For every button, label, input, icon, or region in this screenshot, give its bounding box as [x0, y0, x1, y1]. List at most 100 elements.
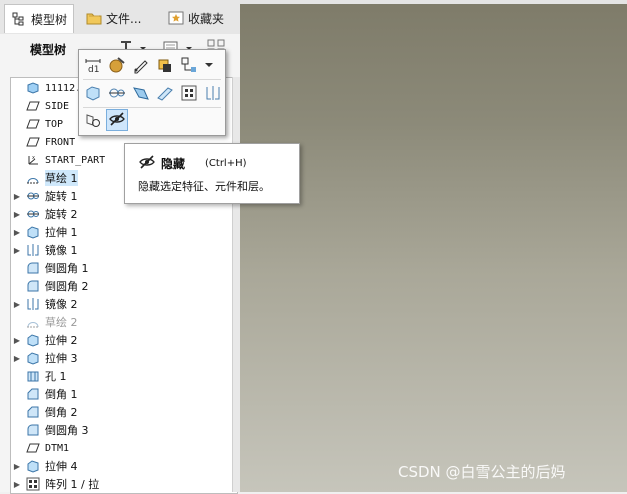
extrude-icon — [25, 351, 41, 365]
sweep-tool-icon[interactable] — [131, 83, 151, 103]
graphics-top-strip — [240, 0, 627, 4]
mirror-tool-icon[interactable] — [203, 83, 223, 103]
popup-divider — [83, 107, 221, 108]
mirror-icon — [25, 243, 41, 257]
tab-files-label: 文件... — [106, 11, 142, 26]
tree-item-label: 阵列 1 / 拉 — [45, 478, 100, 491]
revolve-icon — [25, 189, 41, 203]
datum-plane-icon — [25, 135, 41, 149]
popup-divider — [83, 79, 221, 80]
revolve-tool-icon[interactable] — [107, 83, 127, 103]
appearance-icon[interactable] — [107, 55, 127, 75]
tree-item[interactable]: ▶ 拉伸 2 — [11, 331, 237, 349]
tree-item[interactable]: 草绘 2 — [11, 313, 237, 331]
tree-item[interactable]: ▶ 镜像 2 — [11, 295, 237, 313]
revolve-icon — [25, 207, 41, 221]
tree-item-label: 镜像 1 — [45, 244, 78, 257]
dimension-icon[interactable]: d1 — [83, 55, 103, 75]
tree-item-label: 拉伸 1 — [45, 226, 78, 239]
extrude-tool-icon[interactable] — [83, 83, 103, 103]
tree-item[interactable]: 倒圆角 3 — [11, 421, 237, 439]
extrude-icon — [25, 333, 41, 347]
tab-files[interactable]: 文件... — [86, 4, 141, 32]
tree-item[interactable]: ▶ 镜像 1 — [11, 241, 237, 259]
expand-arrow-icon[interactable]: ▶ — [11, 246, 23, 255]
mini-toolbar-popup: d1 — [78, 49, 226, 136]
tree-item[interactable]: 倒圆角 1 — [11, 259, 237, 277]
round-icon — [25, 261, 41, 275]
chevron-down-icon[interactable] — [199, 55, 219, 75]
tree-item-label: DTM1 — [45, 442, 70, 454]
tab-model-tree-label: 模型树 — [31, 12, 68, 27]
expand-arrow-icon[interactable]: ▶ — [11, 210, 23, 219]
favorites-icon — [168, 10, 184, 26]
expand-arrow-icon[interactable]: ▶ — [11, 336, 23, 345]
model-tree-icon — [11, 11, 27, 27]
tree-item-label: 旋转 2 — [45, 208, 78, 221]
tooltip-title: 隐藏 — [161, 157, 186, 171]
tree-item-label: 拉伸 2 — [45, 334, 78, 347]
extrude-icon — [25, 225, 41, 239]
tooltip-shortcut: (Ctrl+H) — [205, 158, 247, 169]
tree-item-label: TOP — [45, 118, 64, 130]
suppress-icon[interactable] — [83, 110, 103, 130]
tree-item[interactable]: ▶ 拉伸 3 — [11, 349, 237, 367]
tree-item-label: 旋转 1 — [45, 190, 78, 203]
expand-arrow-icon[interactable]: ▶ — [11, 462, 23, 471]
round-icon — [25, 423, 41, 437]
shading-icon[interactable] — [155, 55, 175, 75]
part-icon — [25, 81, 41, 95]
tree-item[interactable]: 倒角 1 — [11, 385, 237, 403]
tree-item-label: 倒圆角 1 — [45, 262, 89, 275]
watermark: CSDN @白雪公主的后妈 — [398, 463, 566, 481]
tree-item-label: SIDE — [45, 100, 70, 112]
round-icon — [25, 279, 41, 293]
hide-tooltip: 隐藏 (Ctrl+H) 隐藏选定特征、元件和层。 — [124, 143, 300, 204]
navigator-tabs: 模型树 文件... 收藏夹 — [0, 0, 240, 35]
datum-plane-icon — [25, 99, 41, 113]
expand-arrow-icon[interactable]: ▶ — [11, 354, 23, 363]
expand-arrow-icon[interactable]: ▶ — [11, 228, 23, 237]
tree-item-label: 拉伸 4 — [45, 460, 78, 473]
hide-button[interactable] — [106, 109, 128, 131]
tree-item-label: START_PART — [45, 154, 106, 166]
tree-item-label: 镜像 2 — [45, 298, 78, 311]
pattern-tool-icon[interactable] — [179, 83, 199, 103]
tree-item[interactable]: 倒角 2 — [11, 403, 237, 421]
tree-item-label: 孔 1 — [45, 370, 67, 383]
tree-item-label: FRONT — [45, 136, 76, 148]
tree-item-label: 草绘 2 — [45, 316, 78, 329]
edit-definition-icon[interactable] — [131, 55, 151, 75]
model-tree: 11112.P SIDE TOP FRONT x START_PART 草绘 1 ▶ 旋转 1 ▶… — [10, 77, 238, 494]
sketch-icon — [25, 315, 41, 329]
chamfer-icon — [25, 387, 41, 401]
chamfer-icon — [25, 405, 41, 419]
sketch-icon — [25, 171, 41, 185]
references-icon[interactable] — [179, 55, 199, 75]
expand-arrow-icon[interactable]: ▶ — [11, 192, 23, 201]
tree-item[interactable]: ▶ 拉伸 4 — [11, 457, 237, 475]
tab-favorites[interactable]: 收藏夹 — [168, 4, 224, 32]
tree-item[interactable]: ▶ 阵列 1 / 拉 — [11, 475, 237, 493]
datum-plane-icon — [25, 117, 41, 131]
hole-icon — [25, 369, 41, 383]
blend-tool-icon[interactable] — [155, 83, 175, 103]
tree-item[interactable]: ▶ 旋转 2 — [11, 205, 237, 223]
pattern-icon — [25, 477, 41, 491]
folder-icon — [86, 10, 102, 26]
tree-item[interactable]: 孔 1 — [11, 367, 237, 385]
tree-item[interactable]: 倒圆角 2 — [11, 277, 237, 295]
extrude-icon — [25, 459, 41, 473]
tab-model-tree[interactable]: 模型树 — [4, 4, 75, 33]
tree-toolbar-title: 模型树 — [30, 43, 67, 57]
tree-item[interactable]: DTM1 — [11, 439, 237, 457]
tree-item-label: 拉伸 3 — [45, 352, 78, 365]
expand-arrow-icon[interactable]: ▶ — [11, 300, 23, 309]
graphics-window[interactable] — [240, 0, 627, 492]
tab-favorites-label: 收藏夹 — [188, 11, 225, 26]
tree-item-label: 草绘 1 — [45, 170, 78, 186]
tree-item[interactable]: ▶ 拉伸 1 — [11, 223, 237, 241]
expand-arrow-icon[interactable]: ▶ — [11, 480, 23, 489]
datum-plane-icon — [25, 441, 41, 455]
tree-item-label: 倒圆角 2 — [45, 280, 89, 293]
